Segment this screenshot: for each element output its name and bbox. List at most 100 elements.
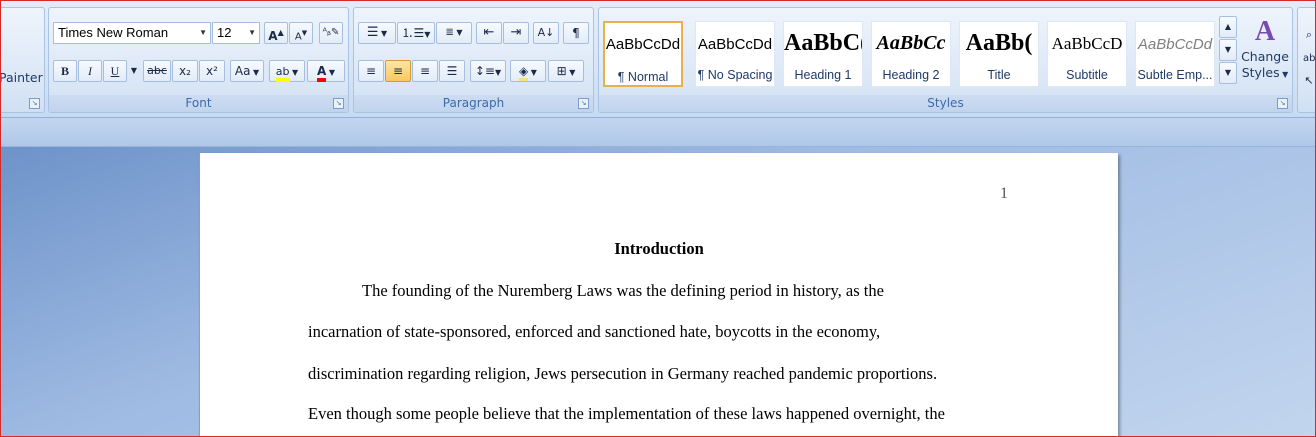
- style-subtitle[interactable]: AaBbCcD Subtitle: [1047, 21, 1127, 87]
- font-color-icon: A: [317, 64, 327, 82]
- align-center-icon: ≡: [392, 64, 404, 78]
- paragraph-group-caption: Paragraph: [354, 95, 593, 112]
- style-name: Subtitle: [1066, 68, 1108, 82]
- gallery-more-button[interactable]: ▼: [1219, 62, 1237, 84]
- style-normal[interactable]: AaBbCcDd ¶ Normal: [603, 21, 683, 87]
- shading-button[interactable]: ◈ ▼: [510, 60, 546, 82]
- chevron-down-icon[interactable]: ▼: [128, 60, 140, 82]
- superscript-button[interactable]: x²: [199, 60, 225, 82]
- style-sample: AaBbCc: [876, 32, 946, 54]
- sort-icon: A↓: [537, 26, 555, 39]
- chevron-down-icon[interactable]: ▼: [199, 23, 207, 43]
- chevron-down-icon[interactable]: ▼: [248, 23, 256, 43]
- font-name-combo[interactable]: Times New Roman ▼: [53, 22, 211, 44]
- style-sample: AaBb(: [965, 30, 1033, 56]
- multilevel-list-icon: ≣: [445, 27, 454, 38]
- paragraph-dialog-launcher[interactable]: ↘: [578, 98, 589, 109]
- styles-group: AaBbCcDd ¶ Normal AaBbCcDd ¶ No Spacing …: [598, 7, 1293, 113]
- page-number: 1: [1000, 185, 1008, 202]
- sort-button[interactable]: A↓: [533, 22, 559, 44]
- style-heading-2[interactable]: AaBbCc Heading 2: [871, 21, 951, 87]
- paragraph-line: incarnation of state-sponsored, enforced…: [308, 322, 881, 341]
- style-sample: AaBbCcDd: [1137, 36, 1213, 53]
- change-case-icon: Aa: [234, 64, 251, 78]
- clipboard-group: Painter ↘: [1, 7, 45, 113]
- center-button[interactable]: ≡: [385, 60, 411, 82]
- line-spacing-icon: ↕≡: [474, 64, 495, 78]
- font-color-button[interactable]: A ▼: [307, 60, 345, 82]
- style-name: Heading 2: [882, 68, 940, 82]
- justify-button[interactable]: ☰: [439, 60, 465, 82]
- align-right-button[interactable]: ≡: [412, 60, 438, 82]
- change-case-button[interactable]: Aa ▼: [230, 60, 264, 82]
- underline-button[interactable]: U: [103, 60, 127, 82]
- align-left-button[interactable]: ≡: [358, 60, 384, 82]
- replace-icon[interactable]: ab: [1302, 48, 1315, 70]
- style-no-spacing[interactable]: AaBbCcDd ¶ No Spacing: [695, 21, 775, 87]
- border-icon: ⊞: [556, 64, 567, 78]
- change-styles-label-2: Styles: [1241, 65, 1280, 80]
- subscript-button[interactable]: x₂: [172, 60, 198, 82]
- style-name: Subtle Emp...: [1137, 68, 1213, 82]
- document-page[interactable]: 1 Introduction The founding of the Nurem…: [199, 153, 1118, 436]
- paragraph-line: Even though some people believe that the…: [308, 404, 945, 423]
- strikethrough-button[interactable]: abc: [143, 60, 171, 82]
- style-sample: AaBbCcD: [1051, 34, 1123, 53]
- select-icon[interactable]: ↖: [1302, 70, 1315, 92]
- paragraph-line: The founding of the Nuremberg Laws was t…: [362, 281, 884, 300]
- chevron-down-icon: ▼: [1224, 45, 1232, 54]
- style-subtle-emphasis[interactable]: AaBbCcDd Subtle Emp...: [1135, 21, 1215, 87]
- grow-font-button[interactable]: A▲: [264, 22, 288, 44]
- line-spacing-button[interactable]: ↕≡▼: [470, 60, 506, 82]
- bullets-button[interactable]: ☰ ▼: [358, 22, 396, 44]
- style-sample: AaBbCcDd: [697, 36, 773, 53]
- bold-button[interactable]: B: [53, 60, 77, 82]
- clipboard-dialog-launcher[interactable]: ↘: [29, 98, 40, 109]
- styles-dialog-launcher[interactable]: ↘: [1277, 98, 1288, 109]
- document-heading: Introduction: [614, 239, 704, 258]
- editing-group: ⌕ ab ↖: [1297, 7, 1315, 113]
- change-styles-label-1: Change: [1241, 49, 1289, 64]
- bullet-list-icon: ☰: [366, 25, 379, 40]
- expand-gallery-icon: ▼: [1224, 68, 1232, 77]
- numbered-list-icon: ⒈☰: [401, 26, 425, 40]
- show-marks-button[interactable]: ¶: [563, 22, 589, 44]
- highlight-color-button[interactable]: ab ▼: [269, 60, 305, 82]
- highlighter-icon: ab: [275, 65, 290, 82]
- gallery-scroll-up-button[interactable]: ▲: [1219, 16, 1237, 38]
- style-heading-1[interactable]: AaBbC( Heading 1: [783, 21, 863, 87]
- decrease-indent-button[interactable]: ⇤: [476, 22, 502, 44]
- word-window: Painter ↘ Times New Roman ▼ 12 ▼ A▲ A▼ ᴬ…: [0, 0, 1316, 437]
- font-group-caption: Font: [49, 95, 348, 112]
- italic-button[interactable]: I: [78, 60, 102, 82]
- style-name: ¶ No Spacing: [697, 68, 773, 82]
- increase-indent-button[interactable]: ⇥: [503, 22, 529, 44]
- numbering-button[interactable]: ⒈☰▼: [397, 22, 435, 44]
- shrink-font-button[interactable]: A▼: [289, 22, 313, 44]
- ruler-bar: [1, 118, 1315, 147]
- style-sample: AaBbCcDd: [605, 36, 681, 53]
- chevron-up-icon: ▲: [1224, 22, 1232, 31]
- justify-icon: ☰: [446, 64, 458, 78]
- paragraph-group: ☰ ▼ ⒈☰▼ ≣ ▼ ⇤ ⇥ A↓ ¶ ≡ ≡ ≡ ☰ ↕≡▼ ◈ ▼ ⊞ ▼…: [353, 7, 594, 113]
- font-size-combo[interactable]: 12 ▼: [212, 22, 260, 44]
- gallery-scroll-down-button[interactable]: ▼: [1219, 39, 1237, 61]
- style-name: Heading 1: [794, 68, 852, 82]
- style-sample: AaBbC(: [784, 30, 863, 56]
- find-icon[interactable]: ⌕: [1302, 24, 1315, 46]
- clear-formatting-button[interactable]: ᴬᵦ✎: [319, 22, 343, 44]
- align-left-icon: ≡: [365, 64, 377, 78]
- font-group: Times New Roman ▼ 12 ▼ A▲ A▼ ᴬᵦ✎ B I U ▼…: [48, 7, 349, 113]
- align-right-icon: ≡: [419, 64, 431, 78]
- shrink-font-icon: A: [294, 31, 302, 43]
- font-name-value: Times New Roman: [58, 25, 169, 40]
- font-dialog-launcher[interactable]: ↘: [333, 98, 344, 109]
- multilevel-list-button[interactable]: ≣ ▼: [436, 22, 472, 44]
- change-styles-button[interactable]: A Change Styles ▼: [1239, 14, 1291, 94]
- paragraph-line: discrimination regarding religion, Jews …: [308, 364, 938, 383]
- borders-button[interactable]: ⊞ ▼: [548, 60, 584, 82]
- ribbon: Painter ↘ Times New Roman ▼ 12 ▼ A▲ A▼ ᴬ…: [1, 1, 1315, 118]
- increase-indent-icon: ⇥: [510, 25, 522, 40]
- format-painter-button[interactable]: Painter: [1, 67, 44, 89]
- style-title[interactable]: AaBb( Title: [959, 21, 1039, 87]
